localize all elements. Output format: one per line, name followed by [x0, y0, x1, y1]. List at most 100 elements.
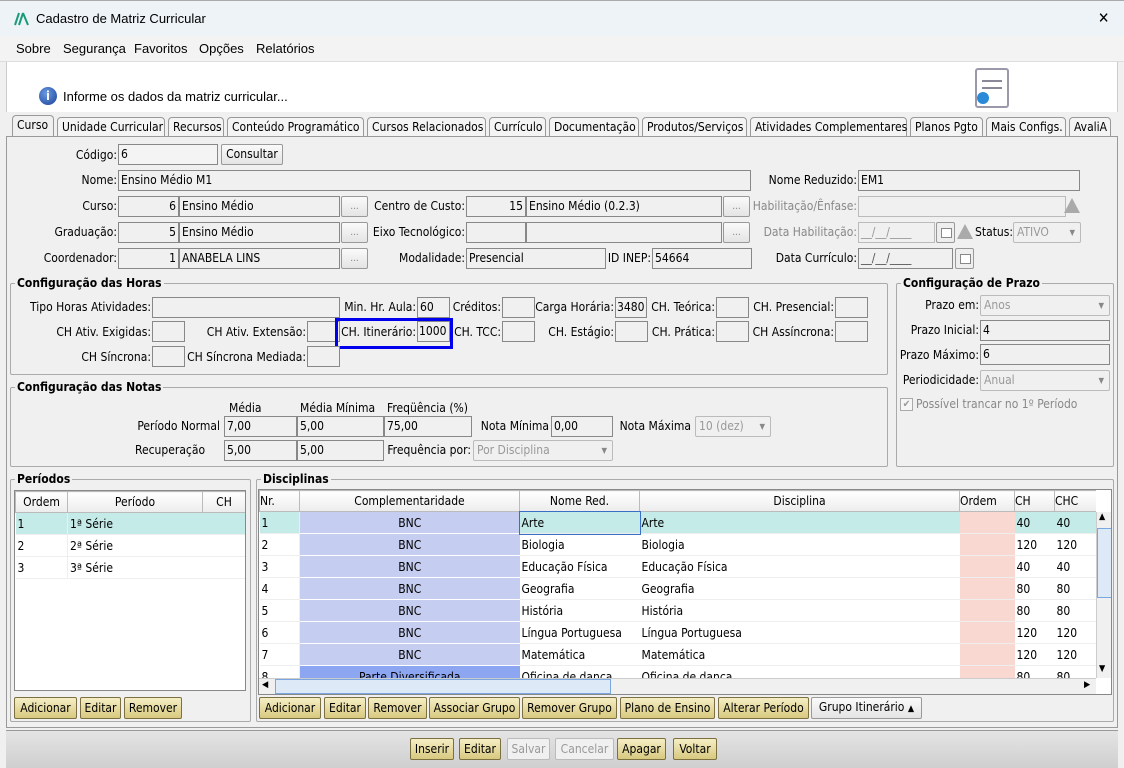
tipo-horas-input[interactable]	[152, 297, 340, 318]
scroll-left-icon[interactable]: ◀	[262, 680, 268, 690]
centro-custo-code-input[interactable]: 15	[466, 196, 526, 217]
column-header[interactable]: Período	[67, 491, 203, 513]
disciplinas-alterar-peri-odo-button[interactable]: Alterar Período	[718, 697, 809, 719]
data-habilitacao-input[interactable]: __/__/____	[858, 222, 935, 243]
prazo-maximo-input[interactable]: 6	[980, 344, 1110, 365]
bottom-salvar-button[interactable]: Salvar	[507, 738, 550, 760]
ch-estagio-input[interactable]	[615, 321, 648, 342]
ch-ativ-exigidas-input[interactable]	[152, 321, 185, 342]
carga-horaria-input[interactable]: 3480	[615, 297, 647, 318]
tab-documentacao[interactable]: Documentação	[549, 117, 639, 137]
table-row[interactable]: 4 BNC Geografia Geografia 80 80	[259, 577, 1096, 600]
menu-sobre[interactable]: Sobre	[16, 41, 51, 56]
tab-curriculo[interactable]: Currículo	[489, 117, 546, 137]
periodos-editar-button[interactable]: Editar	[80, 697, 121, 719]
id-inep-input[interactable]: 54664	[652, 248, 752, 269]
disciplinas-plano-de-ensino-button[interactable]: Plano de Ensino	[620, 697, 715, 719]
habilitacao-input[interactable]	[858, 196, 1066, 217]
frequencia-por-select[interactable]: Por Disciplina	[473, 440, 613, 461]
bottom-editar-button[interactable]: Editar	[459, 738, 501, 760]
menu-seguranca[interactable]: Segurança	[63, 41, 126, 56]
column-header[interactable]: CH	[1014, 490, 1055, 512]
ch-tcc-input[interactable]	[502, 321, 535, 342]
ch-assincrona-input[interactable]	[835, 321, 868, 342]
disciplinas-editar-button[interactable]: Editar	[324, 697, 366, 719]
vertical-scrollbar[interactable]: ▲ ▼	[1096, 512, 1111, 678]
menu-favoritos[interactable]: Favoritos	[134, 41, 187, 56]
menu-relatorios[interactable]: Relatórios	[256, 41, 315, 56]
tab-curso[interactable]: Curso	[12, 115, 54, 137]
disciplinas-remover-grupo-button[interactable]: Remover Grupo	[522, 697, 617, 719]
column-header[interactable]: CHC	[1054, 490, 1096, 512]
tab-atividadescomplementares[interactable]: Atividades Complementares	[750, 117, 907, 137]
disciplinas-remover-button[interactable]: Remover	[368, 697, 427, 719]
table-row[interactable]: 3 BNC Educação Física Educação Física 40 40	[259, 555, 1096, 578]
tab-avalia[interactable]: AvaliA	[1069, 117, 1111, 137]
calendar-icon[interactable]	[936, 222, 955, 243]
column-header[interactable]: Nome Red.	[519, 490, 640, 512]
rec-media-input[interactable]: 5,00	[224, 440, 297, 461]
data-curriculo-input[interactable]: __/__/____	[858, 248, 953, 269]
ch-sincrona-input[interactable]	[152, 346, 185, 367]
column-header[interactable]: Disciplina	[639, 490, 960, 512]
normal-media-minima-input[interactable]: 5,00	[297, 416, 384, 437]
scroll-thumb[interactable]	[1097, 528, 1111, 598]
table-row[interactable]: 5 BNC História História 80 80	[259, 599, 1096, 622]
tab-unidadecurricular[interactable]: Unidade Curricular	[57, 117, 165, 137]
table-row[interactable]: 2 BNC Biologia Biologia 120 120	[259, 533, 1096, 556]
table-row[interactable]: 1 1ª Série	[15, 512, 245, 535]
scroll-right-icon[interactable]: ▶	[1084, 680, 1090, 690]
table-row[interactable]: 8 Parte Diversificada Oficina de danca Ofic…	[259, 665, 1096, 678]
coordenador-code-input[interactable]: 1	[118, 248, 179, 269]
rec-media-minima-input[interactable]: 5,00	[297, 440, 384, 461]
ch-teorica-input[interactable]	[716, 297, 749, 318]
nome-input[interactable]: Ensino Médio M1	[118, 170, 751, 191]
normal-media-input[interactable]: 7,00	[224, 416, 297, 437]
column-header[interactable]: Ordem	[959, 490, 1015, 512]
modalidade-input[interactable]: Presencial	[466, 248, 606, 269]
close-icon[interactable]: ✕	[1098, 9, 1109, 27]
centro-custo-name-input[interactable]: Ensino Médio (0.2.3)	[526, 196, 722, 217]
ch-itinerario-input[interactable]: 1000	[417, 321, 450, 342]
nome-reduzido-input[interactable]: EM1	[858, 170, 1080, 191]
nota-minima-input[interactable]: 0,00	[551, 416, 613, 437]
codigo-input[interactable]: 6	[118, 144, 218, 165]
table-row[interactable]: 1 BNC Arte Arte 40 40	[259, 510, 1096, 535]
eixo-code-input[interactable]	[466, 222, 526, 243]
table-row[interactable]: 2 2ª Série	[15, 534, 245, 557]
eixo-name-input[interactable]	[526, 222, 722, 243]
bottom-apagar-button[interactable]: Apagar	[617, 738, 666, 760]
column-header[interactable]: CH	[202, 491, 245, 513]
menu-opcoes[interactable]: Opções	[199, 41, 244, 56]
table-row[interactable]: 6 BNC Língua Portuguesa Língua Portuguesa 12…	[259, 621, 1096, 644]
disciplinas-associar-grupo-button[interactable]: Associar Grupo	[429, 697, 520, 719]
status-select[interactable]: ATIVO	[1013, 222, 1081, 243]
tab-produtosservicos[interactable]: Produtos/Serviços	[642, 117, 747, 137]
ch-pratica-input[interactable]	[716, 321, 749, 342]
calendar-icon[interactable]	[955, 248, 974, 269]
ch-presencial-input[interactable]	[835, 297, 868, 318]
scroll-thumb[interactable]	[275, 679, 611, 694]
periodos-adicionar-button[interactable]: Adicionar	[14, 697, 77, 719]
scroll-down-icon[interactable]: ▼	[1099, 664, 1105, 674]
consultar-button[interactable]: Consultar	[221, 144, 283, 165]
periodos-remover-button[interactable]: Remover	[124, 697, 182, 719]
trancar-checkbox[interactable]: ✔	[900, 398, 913, 411]
tab-maisconfigs[interactable]: Mais Configs.	[986, 117, 1066, 137]
ch-sincrona-mediada-input[interactable]	[307, 346, 340, 367]
graduacao-name-input[interactable]: Ensino Médio	[179, 222, 340, 243]
table-row[interactable]: 7 BNC Matemática Matemática 120 120	[259, 643, 1096, 666]
min-hr-aula-input[interactable]: 60	[417, 297, 450, 318]
bottom-inserir-button[interactable]: Inserir	[410, 738, 454, 760]
bottom-voltar-button[interactable]: Voltar	[673, 738, 717, 760]
prazo-em-select[interactable]: Anos	[980, 295, 1110, 316]
normal-frequencia-input[interactable]: 75,00	[384, 416, 472, 437]
column-header[interactable]: Complementaridade	[299, 490, 520, 512]
table-row[interactable]: 3 3ª Série	[15, 556, 245, 579]
bottom-cancelar-button[interactable]: Cancelar	[555, 738, 614, 760]
coordenador-name-input[interactable]: ANABELA LINS	[179, 248, 340, 269]
tab-conteudoprogramatico[interactable]: Conteúdo Programático	[227, 117, 364, 137]
prazo-inicial-input[interactable]: 4	[980, 320, 1110, 341]
nota-maxima-select[interactable]: 10 (dez)	[695, 416, 771, 437]
graduacao-code-input[interactable]: 5	[118, 222, 179, 243]
